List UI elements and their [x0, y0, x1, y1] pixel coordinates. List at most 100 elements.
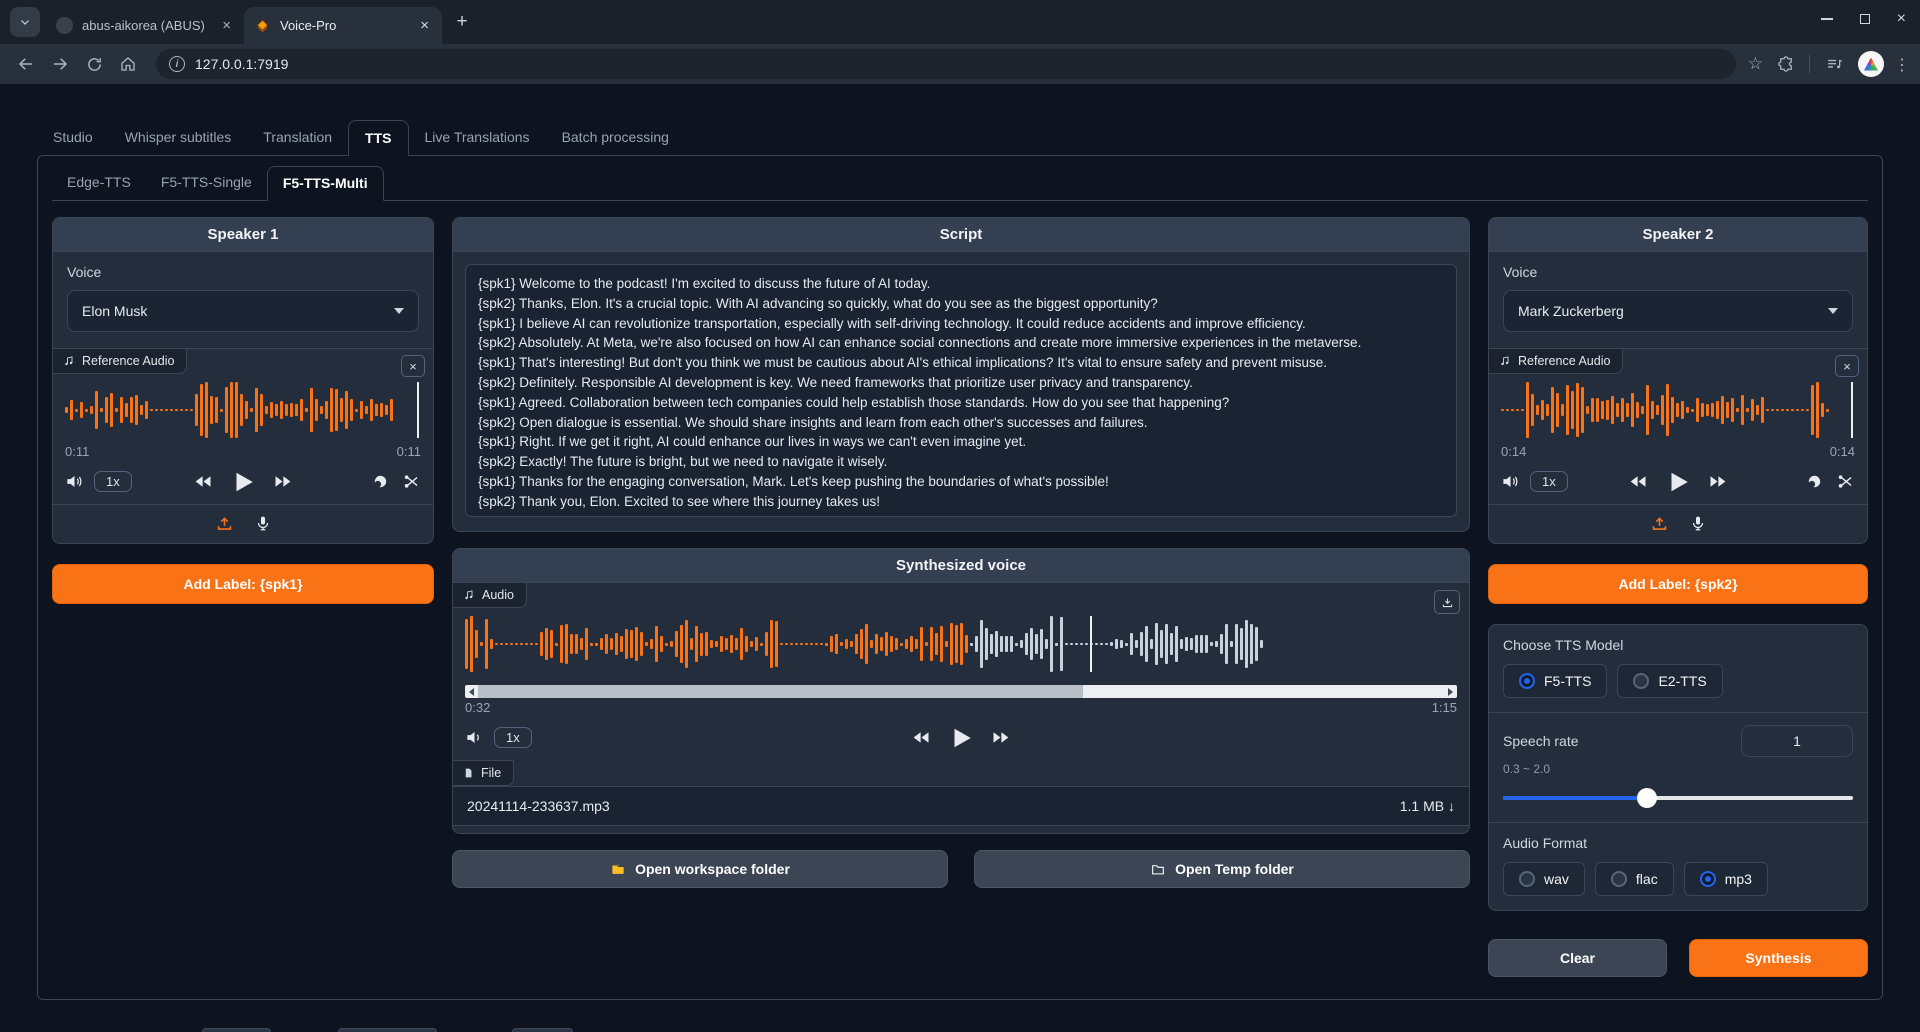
synthesized-voice-title: Synthesized voice — [453, 549, 1469, 583]
media-list-icon — [1825, 55, 1844, 74]
radio-flac[interactable]: flac — [1595, 862, 1674, 896]
new-tab-button[interactable]: + — [448, 8, 476, 36]
avatar-logo — [1864, 58, 1878, 71]
time-total: 0:11 — [397, 444, 421, 459]
radio-e2-tts[interactable]: E2-TTS — [1617, 664, 1722, 698]
tab-f5-tts-multi[interactable]: F5-TTS-Multi — [267, 166, 384, 201]
tab-search-button[interactable] — [10, 7, 40, 37]
upload-icon[interactable] — [215, 514, 234, 533]
tab-studio[interactable]: Studio — [37, 120, 109, 155]
waveform-scrollbar[interactable] — [465, 685, 1457, 698]
tab-edge-tts[interactable]: Edge-TTS — [52, 166, 146, 200]
volume-icon[interactable] — [65, 472, 84, 491]
url-text: 127.0.0.1:7919 — [195, 56, 288, 72]
profile-avatar[interactable] — [1858, 51, 1884, 77]
clear-button[interactable]: Clear — [1488, 939, 1667, 977]
speaker2-voice-dropdown[interactable]: Mark Zuckerberg — [1503, 290, 1853, 332]
script-panel: Script — [452, 217, 1470, 532]
play-icon[interactable] — [230, 469, 256, 495]
playhead-cursor — [1851, 382, 1853, 438]
microphone-icon[interactable] — [254, 514, 272, 532]
volume-icon[interactable] — [1501, 472, 1520, 491]
tab-batch-processing[interactable]: Batch processing — [546, 120, 685, 155]
add-label-spk1-button[interactable]: Add Label: {spk1} — [52, 564, 434, 604]
time-current: 0:11 — [65, 444, 89, 459]
speaker2-reference-audio-player: Reference Audio × 0:14 0:14 1x — [1489, 348, 1867, 543]
speaker1-voice-dropdown[interactable]: Elon Musk — [67, 290, 419, 332]
waveform[interactable] — [1501, 378, 1855, 442]
browser-tab-abus[interactable]: abus-aikorea (ABUS) × — [46, 7, 244, 44]
tab-close-icon[interactable]: × — [219, 17, 234, 34]
open-temp-folder-button[interactable]: Open Temp folder — [974, 850, 1470, 888]
tab-tts[interactable]: TTS — [348, 120, 408, 156]
site-info-icon[interactable]: i — [169, 56, 185, 72]
tab-translation[interactable]: Translation — [247, 120, 348, 155]
radio-wav[interactable]: wav — [1503, 862, 1585, 896]
fast-forward-icon[interactable] — [990, 727, 1011, 748]
microphone-icon[interactable] — [1689, 514, 1707, 532]
extensions-puzzle-icon — [1777, 55, 1795, 73]
reference-audio-pill: Reference Audio — [53, 349, 187, 374]
back-button[interactable] — [10, 48, 42, 80]
tab-whisper-subtitles[interactable]: Whisper subtitles — [109, 120, 248, 155]
synthesis-button[interactable]: Synthesis — [1689, 939, 1868, 977]
volume-icon[interactable] — [465, 728, 484, 747]
window-maximize-button[interactable] — [1860, 14, 1870, 24]
upload-icon[interactable] — [1650, 514, 1669, 533]
scroll-right-arrow[interactable] — [1444, 685, 1457, 698]
waveform[interactable] — [65, 378, 421, 442]
trim-scissors-icon[interactable] — [402, 472, 421, 491]
forward-button[interactable] — [44, 48, 76, 80]
tab-close-icon[interactable]: × — [417, 17, 432, 34]
media-controls-button[interactable] — [1820, 48, 1848, 80]
url-bar[interactable]: i 127.0.0.1:7919 — [156, 49, 1736, 79]
playback-speed-button[interactable]: 1x — [494, 727, 532, 748]
synthesized-waveform[interactable] — [465, 612, 1457, 676]
fast-forward-icon[interactable] — [1707, 471, 1728, 492]
bookmark-star-icon[interactable]: ☆ — [1748, 54, 1763, 74]
script-title: Script — [453, 218, 1469, 252]
play-icon[interactable] — [1665, 469, 1691, 495]
download-audio-button[interactable] — [1434, 590, 1460, 614]
scroll-left-arrow[interactable] — [465, 685, 478, 698]
window-minimize-button[interactable] — [1821, 18, 1833, 20]
clear-audio-button[interactable]: × — [1835, 355, 1859, 377]
home-button[interactable] — [112, 48, 144, 80]
chevron-down-icon — [394, 308, 404, 314]
add-label-spk2-button[interactable]: Add Label: {spk2} — [1488, 564, 1868, 604]
trim-scissors-icon[interactable] — [1836, 472, 1855, 491]
scrollbar-thumb[interactable] — [478, 685, 1083, 698]
python-version: 3.10.15 — [202, 1028, 271, 1032]
slider-thumb[interactable] — [1637, 788, 1657, 808]
playback-speed-button[interactable]: 1x — [94, 471, 132, 492]
play-icon[interactable] — [948, 725, 974, 751]
tab-f5-tts-single[interactable]: F5-TTS-Single — [146, 166, 267, 200]
radio-mp3[interactable]: mp3 — [1684, 862, 1768, 896]
tab-live-translations[interactable]: Live Translations — [409, 120, 546, 155]
fast-forward-icon[interactable] — [272, 471, 293, 492]
browser-tab-voice-pro[interactable]: Voice-Pro × — [244, 7, 442, 44]
window-close-button[interactable]: × — [1897, 14, 1906, 24]
record-icon[interactable] — [1805, 472, 1824, 491]
extensions-button[interactable] — [1773, 48, 1799, 80]
radio-selected-icon — [1700, 871, 1716, 887]
speaker2-panel: Speaker 2 Voice Mark Zuckerberg Referenc… — [1488, 217, 1868, 544]
chevron-down-icon — [19, 16, 31, 28]
clear-audio-button[interactable]: × — [401, 355, 425, 377]
file-pill: File — [453, 760, 514, 786]
rewind-icon[interactable] — [1628, 471, 1649, 492]
radio-f5-tts[interactable]: F5-TTS — [1503, 664, 1607, 698]
rewind-icon[interactable] — [911, 727, 932, 748]
browser-menu-icon[interactable]: ⋮ — [1894, 55, 1910, 74]
open-workspace-folder-button[interactable]: Open workspace folder — [452, 850, 948, 888]
speech-rate-input[interactable]: 1 — [1741, 725, 1853, 757]
script-textarea[interactable] — [465, 264, 1457, 517]
rewind-icon[interactable] — [193, 471, 214, 492]
synthesized-audio-player: Audio 0 — [453, 583, 1469, 826]
reload-button[interactable] — [78, 48, 110, 80]
playback-speed-button[interactable]: 1x — [1530, 471, 1568, 492]
record-icon[interactable] — [371, 472, 390, 491]
file-size-download-link[interactable]: 1.1 MB ↓ — [1400, 798, 1455, 814]
voice-selected: Mark Zuckerberg — [1518, 303, 1624, 319]
speech-rate-slider[interactable] — [1503, 788, 1853, 808]
